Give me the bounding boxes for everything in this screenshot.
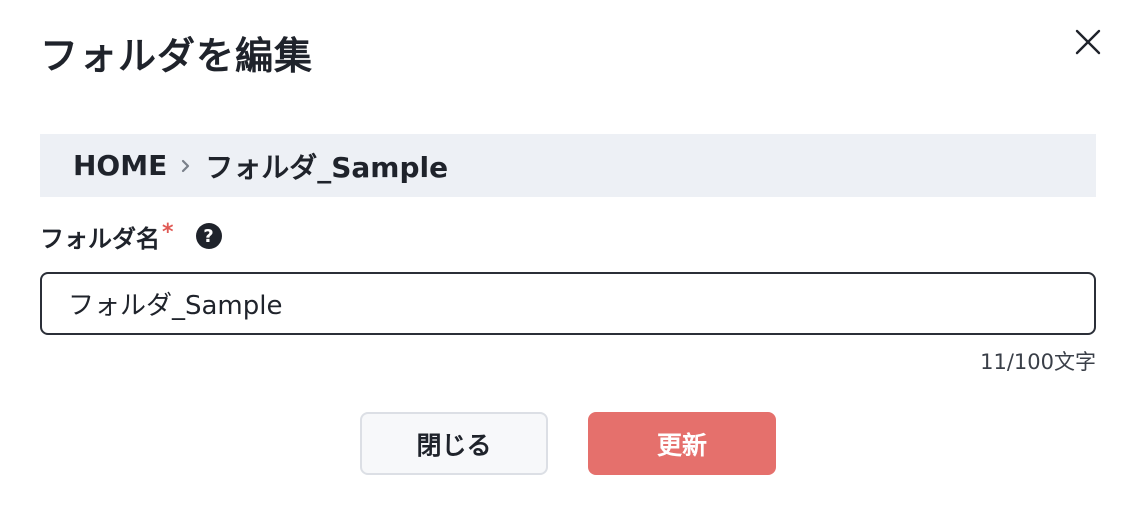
update-button[interactable]: 更新	[588, 412, 776, 475]
close-button[interactable]	[1070, 24, 1106, 60]
folder-name-input[interactable]	[40, 272, 1096, 335]
breadcrumb: HOME フォルダ_Sample	[40, 134, 1096, 197]
close-dialog-button[interactable]: 閉じる	[360, 412, 548, 475]
help-icon[interactable]: ?	[195, 223, 222, 249]
char-count: 11/100文字	[980, 350, 1096, 374]
required-mark: *	[162, 219, 174, 245]
dialog-title: フォルダを編集	[40, 34, 314, 78]
breadcrumb-current: フォルダ_Sample	[205, 150, 449, 184]
folder-name-label-row: フォルダ名 * ?	[40, 218, 222, 254]
edit-folder-dialog: フォルダを編集 HOME フォルダ_Sample フォルダ名 * ? 11/10…	[0, 0, 1134, 522]
breadcrumb-home-link[interactable]: HOME	[73, 149, 167, 182]
chevron-right-icon	[167, 151, 205, 181]
folder-name-label: フォルダ名	[40, 224, 160, 253]
close-icon	[1075, 29, 1101, 55]
